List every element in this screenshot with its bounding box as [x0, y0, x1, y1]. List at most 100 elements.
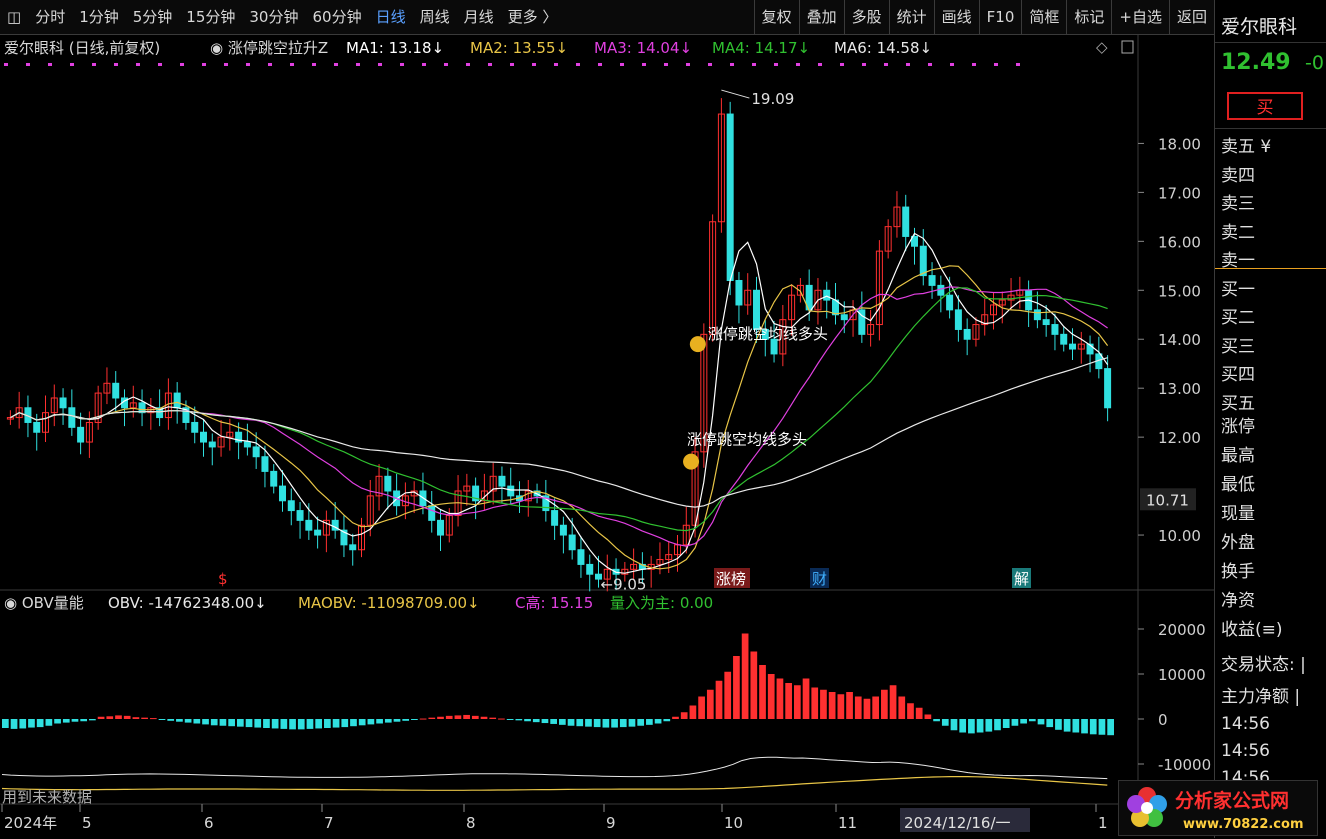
maobv-value: MAOBV: -11098709.00↓ — [298, 594, 480, 612]
signal-dot — [378, 63, 382, 66]
price-tick-label: 15.00 — [1158, 282, 1201, 300]
candle-body — [1060, 333, 1068, 345]
obv-bar — [1011, 719, 1019, 726]
signal-dot — [26, 63, 30, 66]
obv-bar — [1028, 719, 1036, 722]
obv-bar — [976, 719, 984, 733]
obv-bar — [419, 718, 427, 720]
buy-button[interactable]: 买 — [1227, 92, 1303, 120]
obv-tick-label: -10000 — [1158, 756, 1211, 774]
obv-bar — [149, 718, 157, 720]
obv-bar — [176, 719, 183, 722]
obv-bar — [950, 719, 958, 731]
signal-dot — [664, 63, 668, 66]
period-tab-0[interactable]: 分时 — [28, 0, 72, 34]
period-tab-2[interactable]: 5分钟 — [126, 0, 180, 34]
stat-5: 换手 — [1221, 562, 1255, 582]
obv-bar — [994, 719, 1001, 731]
obv-bar — [210, 719, 218, 726]
period-tab-1[interactable]: 1分钟 — [72, 0, 126, 34]
tool-button-6[interactable]: 简框 — [1021, 0, 1066, 34]
event-marker-3: 解 — [1014, 570, 1029, 588]
candle-body — [735, 279, 743, 306]
obv-bar — [315, 719, 323, 729]
volume-value: 量入为主: 0.00 — [610, 594, 713, 612]
price-tick-label: 14.00 — [1158, 331, 1201, 349]
candle-body — [954, 309, 962, 330]
panel-toggle-icon[interactable]: ◫ — [0, 0, 28, 34]
signal-dot — [620, 63, 624, 66]
period-tab-7[interactable]: 周线 — [413, 0, 457, 34]
candle-body — [507, 485, 515, 497]
obv-bar — [158, 719, 166, 720]
candle-body — [902, 206, 910, 237]
obv-bar — [19, 719, 27, 729]
obv-bar — [811, 687, 819, 719]
tool-button-3[interactable]: 统计 — [888, 0, 934, 34]
obv-bar — [637, 719, 645, 726]
signal-dot — [686, 63, 690, 66]
obv-bar — [437, 716, 444, 719]
signal-dot — [730, 63, 734, 66]
signal-dot — [312, 63, 316, 66]
obv-bar — [1055, 719, 1062, 730]
future-data-note: 用到未来数据 — [2, 788, 92, 806]
obv-bar — [402, 719, 410, 721]
candle-body — [1069, 343, 1076, 350]
obv-bar — [889, 685, 897, 719]
obv-bar — [28, 719, 35, 728]
tool-button-9[interactable]: 返回 — [1168, 0, 1214, 34]
period-tab-3[interactable]: 15分钟 — [179, 0, 242, 34]
ma-label-2: MA3: 14.04↓ — [594, 39, 692, 57]
obv-bar — [837, 694, 845, 719]
date-label-0: 2024年 — [4, 814, 57, 832]
period-tab-6[interactable]: 日线 — [369, 0, 413, 34]
candle-body — [823, 289, 831, 301]
obv-tick-label: 0 — [1158, 711, 1168, 729]
signal-dot — [422, 63, 426, 66]
obv-bar — [985, 719, 993, 732]
obv-bar — [428, 717, 436, 719]
obv-bar — [350, 719, 357, 727]
obv-bar — [71, 719, 79, 722]
obv-bar — [80, 719, 88, 722]
tool-button-1[interactable]: 叠加 — [798, 0, 844, 34]
obv-bar — [646, 719, 653, 725]
low-label: ←9.05 — [601, 576, 647, 594]
period-tab-5[interactable]: 60分钟 — [305, 0, 368, 34]
obv-bar — [750, 651, 758, 719]
signal-dot — [818, 63, 822, 66]
order-level-8: 买四 — [1221, 365, 1255, 385]
period-tab-4[interactable]: 30分钟 — [242, 0, 305, 34]
signal-dot — [972, 63, 976, 66]
tool-button-5[interactable]: F10 — [978, 0, 1022, 34]
tool-button-0[interactable]: 复权 — [753, 0, 799, 34]
order-level-0: 卖五 ¥ — [1221, 137, 1272, 157]
obv-bar — [706, 689, 714, 719]
signal-dot — [532, 63, 536, 66]
period-tab-9[interactable]: 更多 〉 — [501, 0, 565, 34]
obv-bar — [2, 719, 9, 728]
signal-dot — [466, 63, 470, 66]
tool-button-7[interactable]: 标记 — [1066, 0, 1111, 34]
price-tick-label: 16.00 — [1158, 233, 1201, 251]
tool-button-4[interactable]: 画线 — [933, 0, 979, 34]
signal-dot — [554, 63, 558, 66]
candle-body — [305, 519, 313, 531]
candle-body — [498, 475, 506, 487]
obv-bar — [367, 719, 375, 725]
period-tab-8[interactable]: 月线 — [457, 0, 501, 34]
tool-button-2[interactable]: 多股 — [843, 0, 889, 34]
signal-dot — [774, 63, 778, 66]
candle-body — [919, 245, 927, 277]
obv-line — [1, 756, 1108, 780]
signal-dot — [598, 63, 602, 66]
price-tick-label: 18.00 — [1158, 135, 1201, 153]
tool-button-8[interactable]: +自选 — [1111, 0, 1169, 34]
candle-body — [963, 328, 971, 340]
kline-chart: 爱尔眼科 (日线,前复权) ◉ 涨停跳空拉升Z MA1: 13.18↓ MA2: 13… — [0, 34, 1214, 832]
obv-title: ◉ OBV量能 — [4, 594, 84, 612]
obv-bar — [498, 718, 505, 720]
obv-bar — [1002, 719, 1010, 728]
trade-status: 交易状态: | — [1221, 655, 1306, 675]
